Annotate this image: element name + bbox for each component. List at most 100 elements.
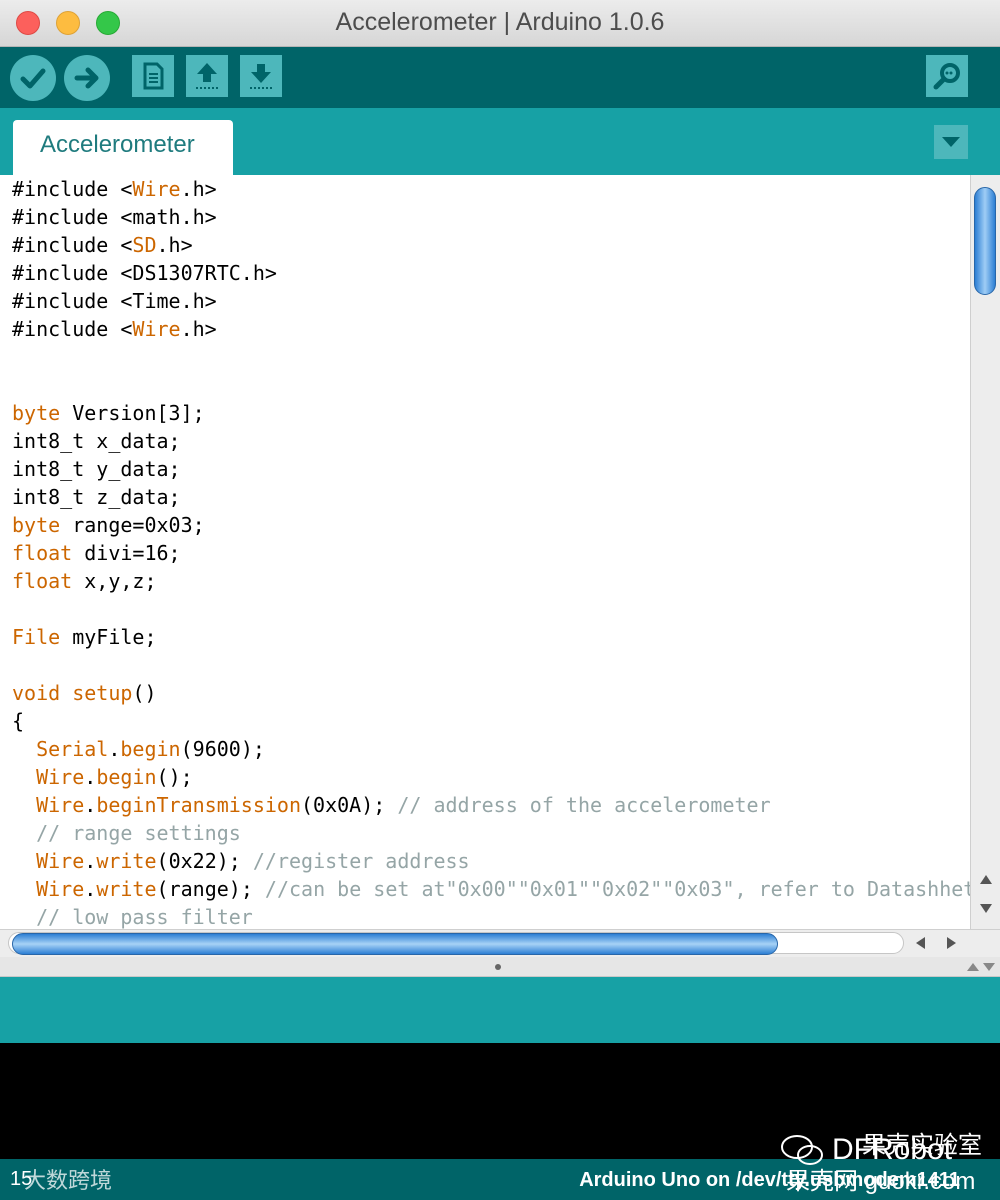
scroll-left-arrow-icon[interactable] [912,934,930,952]
collapse-arrows-icon[interactable] [964,960,998,974]
triangle-down-icon [942,137,960,147]
verify-button[interactable] [10,55,56,101]
code-text: . [84,765,97,789]
horizontal-scroll-thumb[interactable] [12,933,778,955]
code-line[interactable]: int8_t z_data; [12,483,181,511]
grip-icon[interactable] [493,962,503,972]
code-keyword: write [96,849,157,873]
code-text: Version[3]; [60,401,205,425]
code-line[interactable]: #include <Wire.h> [12,175,217,203]
code-comment: //can be set at"0x00""0x01""0x02""0x03",… [264,877,970,901]
code-keyword: begin [96,765,157,789]
code-keyword: byte [12,513,61,537]
title-bar: Accelerometer | Arduino 1.0.6 [0,0,1000,47]
scroll-up-arrow-icon[interactable] [977,871,995,889]
code-text: int8_t y_data; [12,457,181,481]
code-text: range=0x03; [60,513,205,537]
watermark-right: 果壳实验室 DFRobot 果壳网 guokr.com [780,1125,990,1195]
magnifier-icon [933,63,960,90]
tab-menu-button[interactable] [934,125,968,159]
code-line[interactable]: Wire.beginTransmission(0x0A); // address… [12,791,771,819]
open-button[interactable] [186,55,228,97]
code-line[interactable]: int8_t y_data; [12,455,181,483]
code-line[interactable]: int8_t x_data; [12,427,181,455]
code-text: . [84,849,97,873]
code-keyword: Wire [132,317,181,341]
code-text: . [84,877,97,901]
code-text: myFile; [60,625,157,649]
vertical-scroll-thumb[interactable] [974,187,996,295]
code-keyword: File [12,625,61,649]
code-text: divi=16; [72,541,181,565]
code-keyword: Wire [36,877,85,901]
code-keyword: SD [132,233,157,257]
code-keyword: void [12,681,61,705]
code-text: #include <DS1307RTC.h> [12,261,277,285]
code-text: .h> [180,317,217,341]
save-button[interactable] [240,55,282,97]
code-text: (); [156,765,193,789]
code-line[interactable]: byte range=0x03; [12,511,205,539]
code-comment: // address of the accelerometer [397,793,771,817]
arrow-up-icon [196,63,218,89]
code-text: (range); [156,877,265,901]
editor-console-divider[interactable] [0,957,1000,977]
code-comment: //register address [252,849,470,873]
code-keyword: begin [120,737,181,761]
code-line[interactable]: Wire.write(0x22); //register address [12,847,470,875]
scroll-right-arrow-icon[interactable] [942,934,960,952]
code-text: int8_t x_data; [12,429,181,453]
code-line[interactable]: Wire.write(range); //can be set at"0x00"… [12,875,970,903]
code-line[interactable]: File myFile; [12,623,157,651]
serial-monitor-button[interactable] [926,55,968,97]
code-comment: // range settings [36,821,241,845]
code-line[interactable]: void setup() [12,679,157,707]
code-line[interactable]: #include <math.h> [12,203,217,231]
code-line[interactable]: float x,y,z; [12,567,157,595]
code-text: . [108,737,121,761]
scroll-down-arrow-icon[interactable] [977,899,995,917]
arrow-down-icon [250,64,272,89]
code-line[interactable]: // range settings [12,819,241,847]
code-line[interactable]: { [12,707,24,735]
tab-accelerometer[interactable]: Accelerometer [13,120,233,175]
code-text: .h> [156,233,193,257]
code-keyword: float [12,541,73,565]
vertical-scrollbar[interactable] [970,175,1000,929]
code-keyword: Serial [36,737,109,761]
code-text: (9600); [180,737,265,761]
code-line[interactable]: #include <Time.h> [12,287,217,315]
code-keyword: float [12,569,73,593]
code-line[interactable]: float divi=16; [12,539,181,567]
code-text: #include <Time.h> [12,289,217,313]
code-keyword: beginTransmission [96,793,302,817]
code-line[interactable]: byte Version[3]; [12,399,205,427]
code-line[interactable]: #include <SD.h> [12,231,193,259]
code-line[interactable]: Serial.begin(9600); [12,735,265,763]
code-line[interactable]: #include <Wire.h> [12,315,217,343]
code-line[interactable]: #include <DS1307RTC.h> [12,259,277,287]
code-text: { [12,709,25,733]
new-file-icon [143,62,164,90]
code-editor[interactable]: #include <Wire.h> #include <math.h> #inclu… [0,175,970,929]
code-keyword: byte [12,401,61,425]
tab-bar: Accelerometer [0,108,1000,175]
code-text: (0x0A); [301,793,398,817]
code-keyword: Wire [132,177,181,201]
code-keyword: Wire [36,793,85,817]
new-sketch-button[interactable] [132,55,174,97]
upload-button[interactable] [64,55,110,101]
code-keyword: Wire [36,765,85,789]
toolbar [0,47,1000,108]
horizontal-scrollbar[interactable] [0,929,1000,957]
code-line[interactable]: Wire.begin(); [12,763,193,791]
code-line[interactable]: // low pass filter [12,903,253,929]
